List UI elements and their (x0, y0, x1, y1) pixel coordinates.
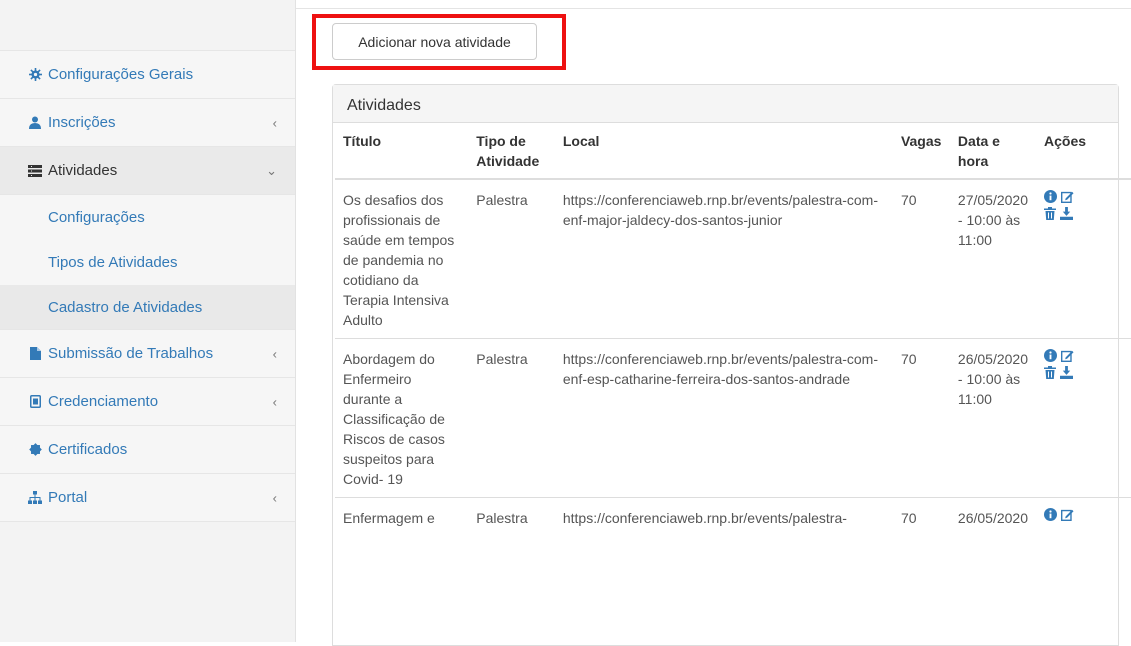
cell-acoes (1036, 179, 1131, 339)
column-header-data[interactable]: Data e hora (949, 123, 1036, 180)
chevron-left-icon: ‹ (272, 346, 277, 361)
download-icon[interactable] (1060, 366, 1073, 379)
activities-table: Título Tipo de Atividade Local Vagas Dat… (335, 123, 1131, 536)
edit-icon[interactable] (1061, 190, 1074, 203)
sidebar-item-submissao-de-trabalhos[interactable]: Submissão de Trabalhos ‹ (0, 330, 295, 378)
sidebar-item-atividades[interactable]: Atividades ⌄ (0, 147, 295, 195)
cell-titulo: Os desafios dos profissionais de saúde e… (343, 192, 455, 328)
cell-vagas: 70 (892, 497, 950, 536)
activities-panel: Atividades Título Tipo de Atividade Loca… (332, 84, 1131, 646)
file-icon (28, 347, 42, 361)
sidebar-item-portal[interactable]: Portal ‹ (0, 474, 295, 522)
cell-local: https://conferenciaweb.rnp.br/events/pal… (554, 338, 893, 498)
column-header-local[interactable]: Local (554, 123, 893, 180)
column-header-vagas[interactable]: Vagas (892, 123, 950, 180)
table-row: Enfermagem e Palestra https://conferenci… (335, 497, 1131, 536)
edit-icon[interactable] (1061, 349, 1074, 362)
cell-tipo: Palestra (476, 192, 528, 208)
gear-icon (28, 68, 42, 82)
list-icon (28, 164, 42, 178)
column-header-tipo[interactable]: Tipo de Atividade (468, 123, 555, 180)
cell-local: https://conferenciaweb.rnp.br/events/pal… (554, 497, 893, 536)
edit-icon[interactable] (1061, 508, 1074, 521)
chevron-down-icon: ⌄ (266, 162, 277, 178)
trash-icon[interactable] (1044, 207, 1056, 220)
sidebar-spacer (0, 0, 295, 51)
sidebar-subitem-tipos-de-atividades[interactable]: Tipos de Atividades (0, 240, 295, 285)
table-row: Abordagem do Enfermeiro durante a Classi… (335, 338, 1131, 498)
cell-titulo: Abordagem do Enfermeiro durante a Classi… (335, 338, 469, 498)
sidebar-item-label: Credenciamento (48, 393, 159, 410)
cell-tipo: Palestra (468, 497, 555, 536)
cell-vagas: 70 (900, 192, 917, 208)
user-icon (28, 116, 42, 130)
info-icon[interactable] (1044, 508, 1057, 521)
cell-tipo: Palestra (468, 338, 555, 498)
cell-local: https://conferenciaweb.rnp.br/events/pal… (562, 192, 879, 228)
sidebar: Configurações Gerais Inscrições ‹ Ativid… (0, 0, 296, 642)
download-icon[interactable] (1060, 207, 1073, 220)
cell-vagas: 70 (892, 338, 950, 498)
highlight-box (312, 14, 566, 70)
table-row: Os desafios dos profissionais de saúde e… (335, 179, 1131, 339)
sidebar-item-label: Inscrições (48, 114, 116, 131)
sidebar-item-label: Configurações Gerais (48, 66, 194, 83)
sidebar-subitem-cadastro-de-atividades[interactable]: Cadastro de Atividades (0, 285, 295, 330)
info-icon[interactable] (1044, 190, 1057, 203)
cell-data: 26/05/2020 - 10:00 às 11:00 (949, 338, 1036, 498)
chevron-left-icon: ‹ (272, 394, 277, 409)
column-header-acoes: Ações (1036, 123, 1131, 180)
cell-acoes (1036, 497, 1131, 536)
sidebar-item-inscricoes[interactable]: Inscrições ‹ (0, 99, 295, 147)
cell-data: 27/05/2020 - 10:00 às 11:00 (957, 192, 1028, 248)
chevron-left-icon: ‹ (272, 490, 277, 505)
badge-icon (28, 395, 42, 409)
sidebar-item-label: Submissão de Trabalhos (48, 345, 214, 362)
column-header-titulo[interactable]: Título (335, 123, 469, 180)
table-header-row: Título Tipo de Atividade Local Vagas Dat… (335, 123, 1131, 180)
sidebar-item-certificados[interactable]: Certificados (0, 426, 295, 474)
certificate-icon (28, 443, 42, 457)
cell-data: 26/05/2020 (949, 497, 1036, 536)
sidebar-submenu-atividades: Configurações Tipos de Atividades Cadast… (0, 195, 295, 330)
sidebar-subitem-configuracoes[interactable]: Configurações (0, 195, 295, 240)
cell-titulo: Enfermagem e (335, 497, 469, 536)
info-icon[interactable] (1044, 349, 1057, 362)
top-divider (160, 8, 1131, 9)
trash-icon[interactable] (1044, 366, 1056, 379)
sidebar-item-configuracoes-gerais[interactable]: Configurações Gerais (0, 51, 295, 99)
chevron-left-icon: ‹ (272, 115, 277, 130)
sidebar-item-label: Certificados (48, 441, 128, 458)
panel-title: Atividades (333, 85, 1118, 123)
cell-acoes (1036, 338, 1131, 498)
sidebar-item-credenciamento[interactable]: Credenciamento ‹ (0, 378, 295, 426)
sidebar-item-label: Atividades (48, 162, 118, 179)
sitemap-icon (28, 491, 42, 505)
sidebar-item-label: Portal (48, 489, 88, 506)
